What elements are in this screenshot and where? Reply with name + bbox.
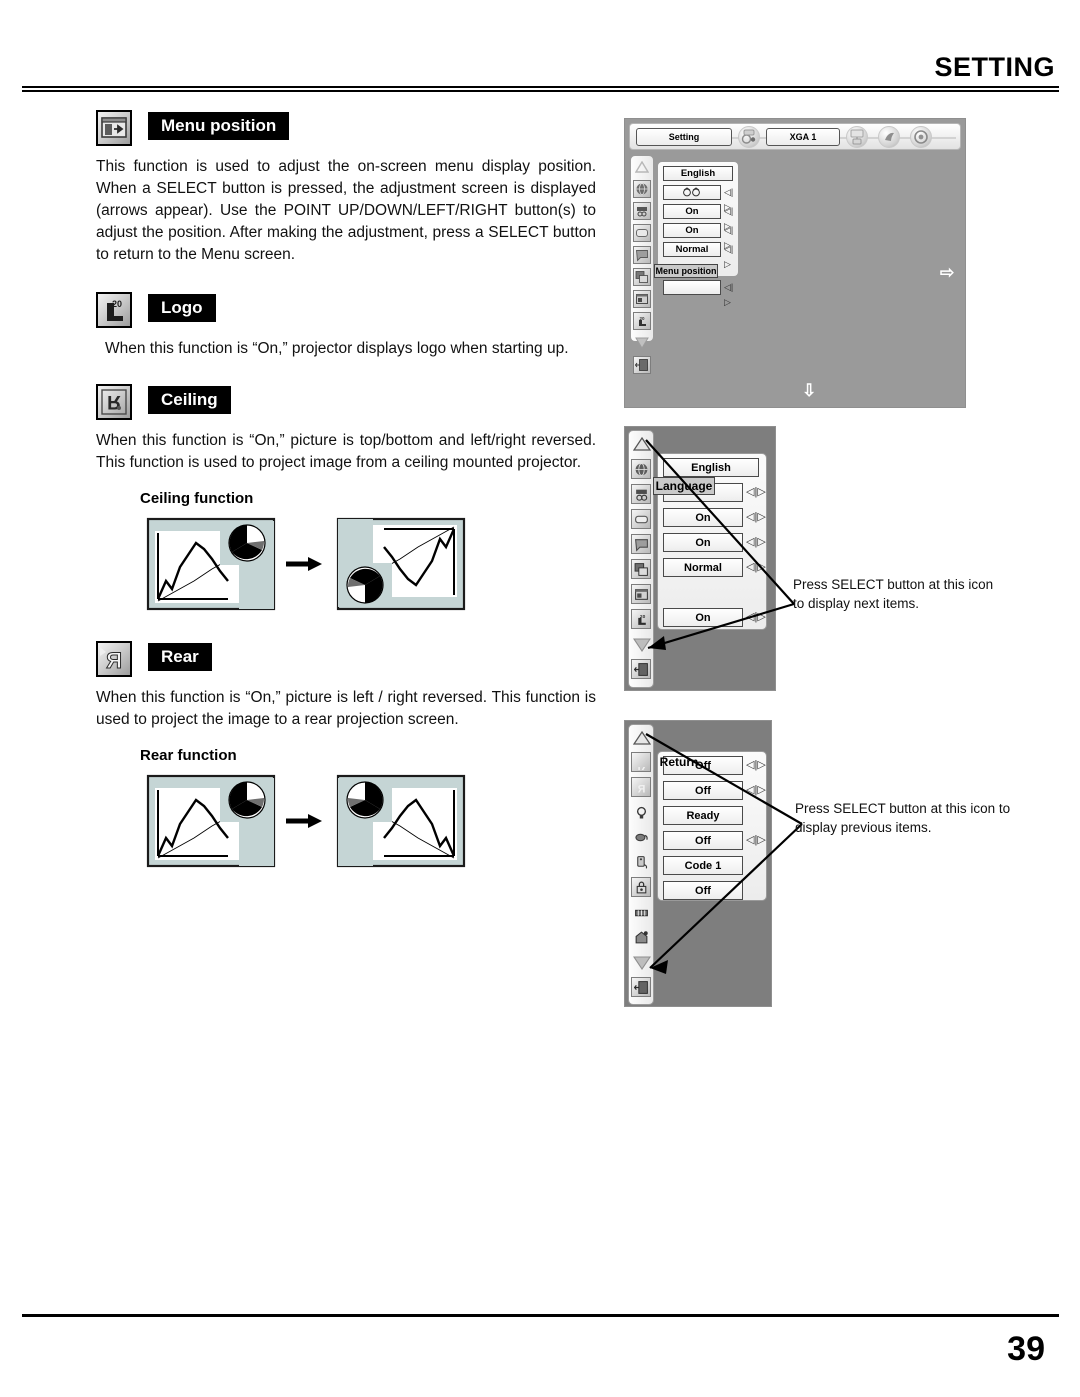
keystone-glyph xyxy=(683,187,700,197)
item-value[interactable]: On xyxy=(663,223,721,238)
display-icon xyxy=(633,246,651,264)
ceiling-figure xyxy=(146,515,596,615)
section-rear: R Rear When this function is “On,” pictu… xyxy=(96,641,596,872)
menubar-current-menu[interactable]: Setting xyxy=(636,128,732,146)
section-tag-rear: Rear xyxy=(148,643,212,671)
adjust-arrows-icon[interactable]: ◁|▷ xyxy=(724,280,738,310)
pie-chart xyxy=(228,524,266,562)
section-logo: 20 Logo When this function is “On,” proj… xyxy=(96,292,596,360)
setting-gear-icon[interactable] xyxy=(738,126,760,148)
item-value[interactable]: Normal xyxy=(663,242,721,257)
section-body-menu-position: This function is used to adjust the on-s… xyxy=(96,158,596,263)
item-value[interactable] xyxy=(663,280,721,295)
list-item[interactable]: On ◁|▷ xyxy=(658,204,738,231)
transform-arrow-icon xyxy=(286,557,322,571)
figure-caption-ceiling: Ceiling function xyxy=(140,490,254,507)
osd-item-list: English ◁|▷ On ◁|▷ On ◁|▷ Normal ◁|▷ ◁|▷ xyxy=(657,161,739,307)
menu-position-icon xyxy=(96,110,132,146)
section-body-rear: When this function is “On,” picture is l… xyxy=(96,689,596,728)
keystone-icon xyxy=(633,202,651,220)
section-body-ceiling: When this function is “On,” picture is t… xyxy=(96,432,596,471)
osd-setting-menu: Setting XGA 1 20 English ◁|▷ On ◁|▷ On ◁… xyxy=(624,118,966,408)
sidebar-item-scroll-up[interactable] xyxy=(631,156,653,178)
blue-back-icon xyxy=(633,224,651,242)
section-tag-logo: Logo xyxy=(148,294,216,322)
section-header: Menu position xyxy=(96,110,596,150)
highlight-menu-position: Menu position xyxy=(654,264,718,278)
callout-pointer-prev xyxy=(645,733,803,974)
sidebar-item-language[interactable] xyxy=(631,178,653,200)
item-value[interactable]: On xyxy=(663,204,721,219)
sidebar-item-logo[interactable]: 20 xyxy=(631,310,653,332)
menubar-input-source[interactable]: XGA 1 xyxy=(766,128,840,146)
sidebar-item-keystone[interactable] xyxy=(631,200,653,222)
section-menu-position: Menu position This function is used to a… xyxy=(96,110,596,266)
list-item[interactable]: ◁|▷ xyxy=(658,185,738,212)
callout-previous-items: Press SELECT button at this icon to disp… xyxy=(795,801,1011,835)
logo-icon: 20 xyxy=(96,292,132,328)
sound-icon[interactable] xyxy=(878,126,900,148)
item-value[interactable] xyxy=(663,185,721,200)
sidebar-item-logo-select[interactable] xyxy=(631,266,653,288)
scroll-up-icon xyxy=(635,161,649,173)
adjust-arrow-down-icon: ⇩ xyxy=(802,381,817,400)
osd-sidebar: 20 xyxy=(630,155,654,374)
callout-next-items: Press SELECT button at this icon to disp… xyxy=(793,577,994,611)
list-item[interactable]: ◁|▷ xyxy=(658,280,738,307)
svg-text:R: R xyxy=(106,648,122,673)
language-globe-icon xyxy=(633,180,651,198)
ceiling-icon: R xyxy=(96,384,132,420)
footer-divider xyxy=(22,1314,1059,1317)
sidebar-item-quit[interactable] xyxy=(631,354,653,376)
section-tag-menu-position: Menu position xyxy=(148,112,290,140)
figure-caption-rear: Rear function xyxy=(140,747,237,764)
rear-after xyxy=(336,774,466,868)
section-body-logo: When this function is “On,” projector di… xyxy=(105,340,569,357)
adjust-arrow-right-icon: ⇨ xyxy=(940,263,955,282)
section-tag-ceiling: Ceiling xyxy=(148,386,231,414)
osd-menubar: Setting XGA 1 xyxy=(629,123,961,150)
item-value[interactable]: English xyxy=(663,166,733,181)
info-icon[interactable] xyxy=(910,126,932,148)
transform-arrow-icon xyxy=(286,814,322,828)
page-title: SETTING xyxy=(934,52,1055,82)
section-ceiling: R Ceiling When this function is “On,” pi… xyxy=(96,384,596,615)
logo-select-icon xyxy=(633,268,651,286)
content-column: Menu position This function is used to a… xyxy=(96,110,596,872)
ceiling-before xyxy=(146,517,276,611)
section-header: R Rear xyxy=(96,641,596,681)
rear-figure xyxy=(146,772,596,872)
header-divider xyxy=(22,86,1059,92)
logo-icon: 20 xyxy=(633,312,651,330)
manual-page: SETTING Menu position This function is u… xyxy=(0,0,1080,1397)
menu-position-icon xyxy=(633,290,651,308)
sidebar-item-scroll-down[interactable] xyxy=(631,332,653,354)
callout-pointer-next xyxy=(645,439,795,650)
page-number: 39 xyxy=(1007,1330,1045,1368)
rear-icon: R xyxy=(96,641,132,677)
list-item[interactable]: English xyxy=(658,166,738,183)
sidebar-item-blue-back[interactable] xyxy=(631,222,653,244)
sidebar-item-menu-position[interactable] xyxy=(631,288,653,310)
ceiling-after xyxy=(336,517,466,611)
scroll-down-icon xyxy=(635,337,649,349)
quit-door-icon xyxy=(633,356,651,374)
list-item[interactable]: On ◁|▷ xyxy=(658,223,738,250)
rear-before xyxy=(146,774,276,868)
list-item[interactable]: Normal ◁|▷ xyxy=(658,242,738,269)
section-header: 20 Logo xyxy=(96,292,596,332)
sidebar-item-display[interactable] xyxy=(631,244,653,266)
screen-icon[interactable] xyxy=(846,126,868,148)
section-header: R Ceiling xyxy=(96,384,596,424)
